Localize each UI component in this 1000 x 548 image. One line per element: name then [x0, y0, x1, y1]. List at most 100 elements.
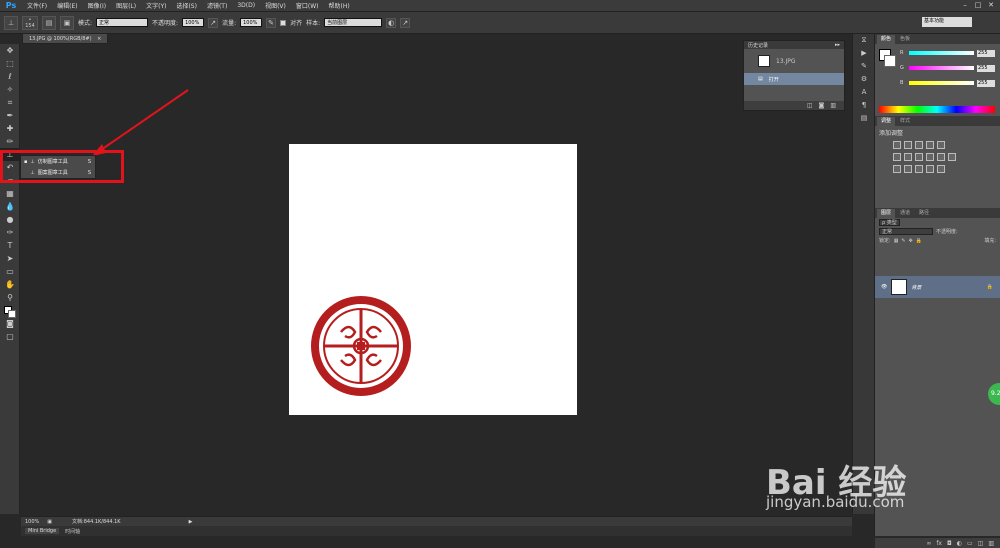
minimize-icon[interactable]: – [960, 1, 970, 10]
red-value[interactable]: 255 [977, 49, 995, 57]
blur-tool-icon[interactable]: 💧 [0, 200, 20, 213]
brush-presets-icon[interactable]: ✎ [853, 60, 875, 73]
tab-paths[interactable]: 路径 [915, 209, 933, 218]
close-icon[interactable]: ✕ [986, 1, 996, 10]
hue-saturation-icon[interactable] [893, 153, 901, 161]
channel-mixer-icon[interactable] [937, 153, 945, 161]
vibrance-icon[interactable] [937, 141, 945, 149]
workspace-select[interactable]: 基本功能 [922, 17, 972, 27]
color-swatches[interactable] [0, 304, 20, 318]
lock-pixels-icon[interactable]: ✎ [901, 238, 905, 244]
history-snapshot[interactable]: 13.JPG [744, 49, 844, 73]
menu-image[interactable]: 图像(I) [83, 1, 111, 10]
crop-tool-icon[interactable]: ⌗ [0, 96, 20, 109]
history-panel-icon[interactable]: ⧖ [853, 34, 875, 47]
mode-select[interactable]: 正常 [96, 18, 149, 27]
pen-tool-icon[interactable]: ✑ [0, 226, 20, 239]
threshold-icon[interactable] [915, 165, 923, 173]
maximize-icon[interactable]: □ [973, 1, 983, 10]
status-menu-arrow-icon[interactable]: ▶ [189, 519, 193, 525]
tab-layers[interactable]: 图层 [877, 209, 896, 218]
shape-tool-icon[interactable]: ▭ [0, 265, 20, 278]
opacity-input[interactable]: 100% [182, 18, 205, 27]
green-value[interactable]: 255 [977, 64, 995, 72]
zoom-level[interactable]: 100% [25, 519, 39, 525]
tab-swatches[interactable]: 色板 [896, 35, 914, 44]
layer-style-icon[interactable]: fx [936, 540, 942, 547]
photo-filter-icon[interactable] [926, 153, 934, 161]
menu-edit[interactable]: 编辑(E) [52, 1, 82, 10]
tab-channels[interactable]: 通道 [896, 209, 914, 218]
add-mask-icon[interactable]: ◘ [947, 540, 952, 547]
paragraph-panel-icon[interactable]: ¶ [853, 99, 875, 112]
levels-icon[interactable] [904, 141, 912, 149]
quick-select-tool-icon[interactable]: ✧ [0, 83, 20, 96]
new-adjustment-layer-icon[interactable]: ◐ [957, 540, 962, 547]
color-spectrum[interactable] [879, 106, 995, 113]
new-layer-icon[interactable]: ◫ [978, 540, 984, 547]
menu-view[interactable]: 视图(V) [260, 1, 291, 10]
lock-all-icon[interactable]: 🔒 [916, 238, 922, 244]
menu-window[interactable]: 窗口(W) [291, 1, 324, 10]
actions-panel-icon[interactable]: ▶ [853, 47, 875, 60]
posterize-icon[interactable] [904, 165, 912, 173]
dodge-tool-icon[interactable]: ● [0, 213, 20, 226]
airbrush-icon[interactable]: ✎ [266, 17, 277, 28]
type-tool-icon[interactable]: T [0, 239, 20, 252]
red-slider-bar[interactable] [909, 51, 974, 55]
document-canvas[interactable] [289, 144, 577, 415]
gradient-map-icon[interactable] [926, 165, 934, 173]
zoom-tool-icon[interactable]: ⚲ [0, 291, 20, 304]
color-lookup-icon[interactable] [948, 153, 956, 161]
exposure-icon[interactable] [926, 141, 934, 149]
brightness-icon[interactable] [893, 141, 901, 149]
brush-size-picker[interactable]: • 154 [22, 15, 38, 30]
lock-position-icon[interactable]: ✥ [909, 238, 913, 244]
panel-collapse-icon[interactable]: ▸▸ [835, 42, 840, 48]
history-title[interactable]: 历史记录 [748, 42, 768, 49]
gradient-tool-icon[interactable]: ▦ [0, 187, 20, 200]
layer-filter-select[interactable]: ρ 类型 [879, 219, 900, 226]
pressure-size-icon[interactable]: ↗ [400, 17, 411, 28]
lock-transparency-icon[interactable]: ▦ [894, 238, 899, 244]
tab-mini-bridge[interactable]: Mini Bridge [25, 528, 60, 534]
background-color-swatch[interactable] [884, 55, 896, 67]
camera-icon[interactable]: ◙ [819, 102, 825, 109]
brush-tool-icon[interactable]: ✏ [0, 135, 20, 148]
new-group-icon[interactable]: ▭ [967, 540, 973, 547]
tab-timeline[interactable]: 时间轴 [65, 528, 80, 535]
menu-select[interactable]: 选择(S) [171, 1, 202, 10]
sample-select[interactable]: 当前图层 [324, 18, 383, 27]
quick-mask-icon[interactable]: ◙ [0, 317, 20, 330]
menu-type[interactable]: 文字(Y) [141, 1, 171, 10]
ignore-adjustment-icon[interactable]: ◐ [386, 17, 397, 28]
menu-file[interactable]: 文件(F) [22, 1, 52, 10]
delete-layer-icon[interactable]: ▥ [988, 540, 994, 547]
status-icon[interactable]: ▣ [47, 519, 52, 525]
tab-color[interactable]: 颜色 [877, 35, 896, 44]
visibility-eye-icon[interactable]: 👁 [881, 284, 887, 290]
flow-input[interactable]: 100% [240, 18, 263, 27]
healing-brush-tool-icon[interactable]: ✚ [0, 122, 20, 135]
blend-mode-select[interactable]: 正常 [879, 228, 933, 235]
clone-source-icon[interactable]: ▣ [60, 15, 74, 30]
lasso-tool-icon[interactable]: ℓ [0, 70, 20, 83]
stamp-tool-preset-icon[interactable]: ⊥ [4, 15, 18, 30]
pressure-opacity-icon[interactable]: ↗ [208, 17, 219, 28]
curves-icon[interactable] [915, 141, 923, 149]
menu-3d[interactable]: 3D(D) [232, 2, 260, 9]
blue-slider-bar[interactable] [909, 81, 974, 85]
history-step-open[interactable]: ▤ 打开 [744, 73, 844, 85]
green-slider-bar[interactable] [909, 66, 974, 70]
menu-filter[interactable]: 滤镜(T) [202, 1, 232, 10]
trash-icon[interactable]: ▥ [830, 102, 836, 109]
document-close-icon[interactable]: × [97, 36, 101, 42]
black-white-icon[interactable] [915, 153, 923, 161]
new-document-from-state-icon[interactable]: ◫ [807, 102, 813, 109]
document-tab[interactable]: 13.JPG @ 100%(RGB/8#) × [22, 33, 109, 44]
invert-icon[interactable] [893, 165, 901, 173]
hand-tool-icon[interactable]: ✋ [0, 278, 20, 291]
layer-background[interactable]: 👁 背景 🔒 [875, 276, 1000, 298]
link-layers-icon[interactable]: ∞ [926, 540, 931, 547]
aligned-checkbox[interactable] [280, 19, 287, 26]
